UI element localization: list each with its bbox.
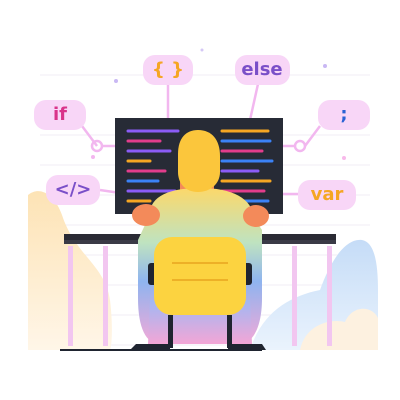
tag-if-text: if — [53, 104, 67, 125]
tag-braces-text: { } — [152, 59, 184, 80]
tag-var-text: var — [311, 184, 344, 205]
tag-if: if — [34, 100, 86, 130]
tag-html: </> — [46, 175, 100, 205]
left-hand — [132, 204, 160, 226]
head — [178, 130, 220, 192]
tag-braces: { } — [143, 55, 193, 85]
tag-semicolon-text: ; — [340, 104, 347, 125]
tag-var: var — [298, 180, 356, 210]
tag-semicolon: ; — [318, 100, 370, 130]
tag-else-text: else — [241, 59, 282, 80]
tag-html-text: </> — [55, 179, 92, 200]
right-hand — [243, 205, 269, 227]
tag-else: else — [235, 55, 290, 85]
chair-back — [154, 237, 246, 315]
developer-illustration: { } else if ; </> var — [28, 48, 378, 351]
